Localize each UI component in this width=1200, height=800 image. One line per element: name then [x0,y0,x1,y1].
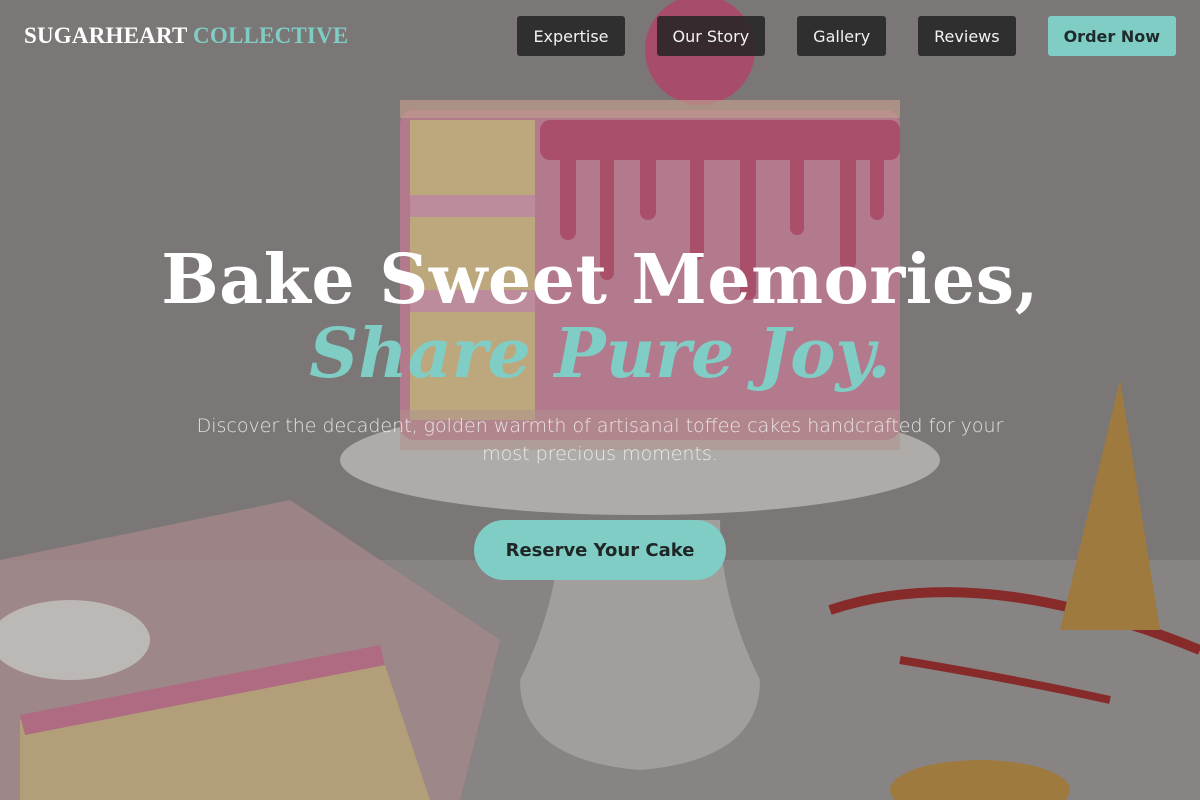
order-now-button[interactable]: Order Now [1047,16,1176,56]
headline-line-2: Share Pure Joy. [309,314,891,394]
nav-links: Expertise Our Story Gallery Reviews Orde… [517,16,1176,56]
brand-primary: SUGARHEART [24,23,188,48]
headline-line-1: Bake Sweet Memories, [161,240,1039,320]
nav-link-expertise[interactable]: Expertise [517,16,625,56]
hero-content: Bake Sweet Memories, Share Pure Joy. Dis… [0,240,1200,580]
top-nav: SUGARHEART COLLECTIVE Expertise Our Stor… [0,0,1200,72]
brand-accent: COLLECTIVE [193,23,349,48]
hero-subtext: Discover the decadent, golden warmth of … [196,415,1004,465]
cta-container: Reserve Your Cake [0,520,1200,580]
brand-logo[interactable]: SUGARHEART COLLECTIVE [24,23,348,49]
nav-link-gallery[interactable]: Gallery [797,16,887,56]
nav-link-reviews[interactable]: Reviews [918,16,1016,56]
reserve-cake-button[interactable]: Reserve Your Cake [474,520,726,580]
nav-link-our-story[interactable]: Our Story [656,16,766,56]
